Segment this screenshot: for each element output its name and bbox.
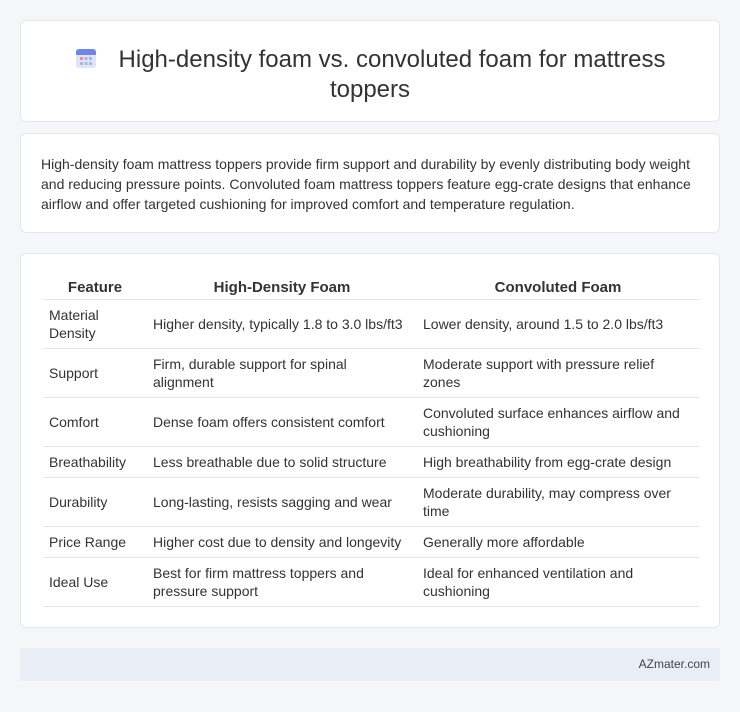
footer-bar: AZmater.com	[20, 648, 720, 681]
feature-cell: Comfort	[43, 398, 147, 447]
convoluted-cell: Moderate durability, may compress over t…	[417, 478, 699, 527]
table-row: Ideal Use Best for firm mattress toppers…	[43, 558, 699, 607]
description-text: High-density foam mattress toppers provi…	[41, 156, 691, 212]
high-density-cell: Higher cost due to density and longevity	[147, 527, 417, 558]
table-row: Price Range Higher cost due to density a…	[43, 527, 699, 558]
feature-cell: Durability	[43, 478, 147, 527]
convoluted-cell: Moderate support with pressure relief zo…	[417, 349, 699, 398]
feature-cell: Price Range	[43, 527, 147, 558]
table-row: Breathability Less breathable due to sol…	[43, 447, 699, 478]
description-card: High-density foam mattress toppers provi…	[20, 133, 720, 233]
convoluted-cell: Lower density, around 1.5 to 2.0 lbs/ft3	[417, 300, 699, 349]
high-density-cell: Dense foam offers consistent comfort	[147, 398, 417, 447]
high-density-cell: Firm, durable support for spinal alignme…	[147, 349, 417, 398]
high-density-cell: Higher density, typically 1.8 to 3.0 lbs…	[147, 300, 417, 349]
table-row: Support Firm, durable support for spinal…	[43, 349, 699, 398]
table-header-row: Feature High-Density Foam Convoluted Foa…	[43, 276, 699, 300]
high-density-cell: Best for firm mattress toppers and press…	[147, 558, 417, 607]
header-feature: Feature	[43, 276, 147, 300]
high-density-cell: Less breathable due to solid structure	[147, 447, 417, 478]
footer-site-link[interactable]: AZmater.com	[639, 657, 710, 671]
page-title-wrap: High-density foam vs. convoluted foam fo…	[21, 45, 719, 105]
feature-cell: Ideal Use	[43, 558, 147, 607]
table-row: Comfort Dense foam offers consistent com…	[43, 398, 699, 447]
calendar-grid-icon	[75, 47, 97, 69]
header-convoluted-foam: Convoluted Foam	[417, 276, 699, 300]
header-high-density-foam: High-Density Foam	[147, 276, 417, 300]
table-row: Material Density Higher density, typical…	[43, 300, 699, 349]
page-title: High-density foam vs. convoluted foam fo…	[118, 46, 666, 103]
feature-cell: Breathability	[43, 447, 147, 478]
convoluted-cell: Convoluted surface enhances airflow and …	[417, 398, 699, 447]
title-card: High-density foam vs. convoluted foam fo…	[20, 20, 720, 122]
table-row: Durability Long-lasting, resists sagging…	[43, 478, 699, 527]
feature-cell: Support	[43, 349, 147, 398]
feature-cell: Material Density	[43, 300, 147, 349]
high-density-cell: Long-lasting, resists sagging and wear	[147, 478, 417, 527]
comparison-card: Feature High-Density Foam Convoluted Foa…	[20, 253, 720, 628]
convoluted-cell: High breathability from egg-crate design	[417, 447, 699, 478]
convoluted-cell: Generally more affordable	[417, 527, 699, 558]
convoluted-cell: Ideal for enhanced ventilation and cushi…	[417, 558, 699, 607]
comparison-table: Feature High-Density Foam Convoluted Foa…	[43, 276, 699, 607]
